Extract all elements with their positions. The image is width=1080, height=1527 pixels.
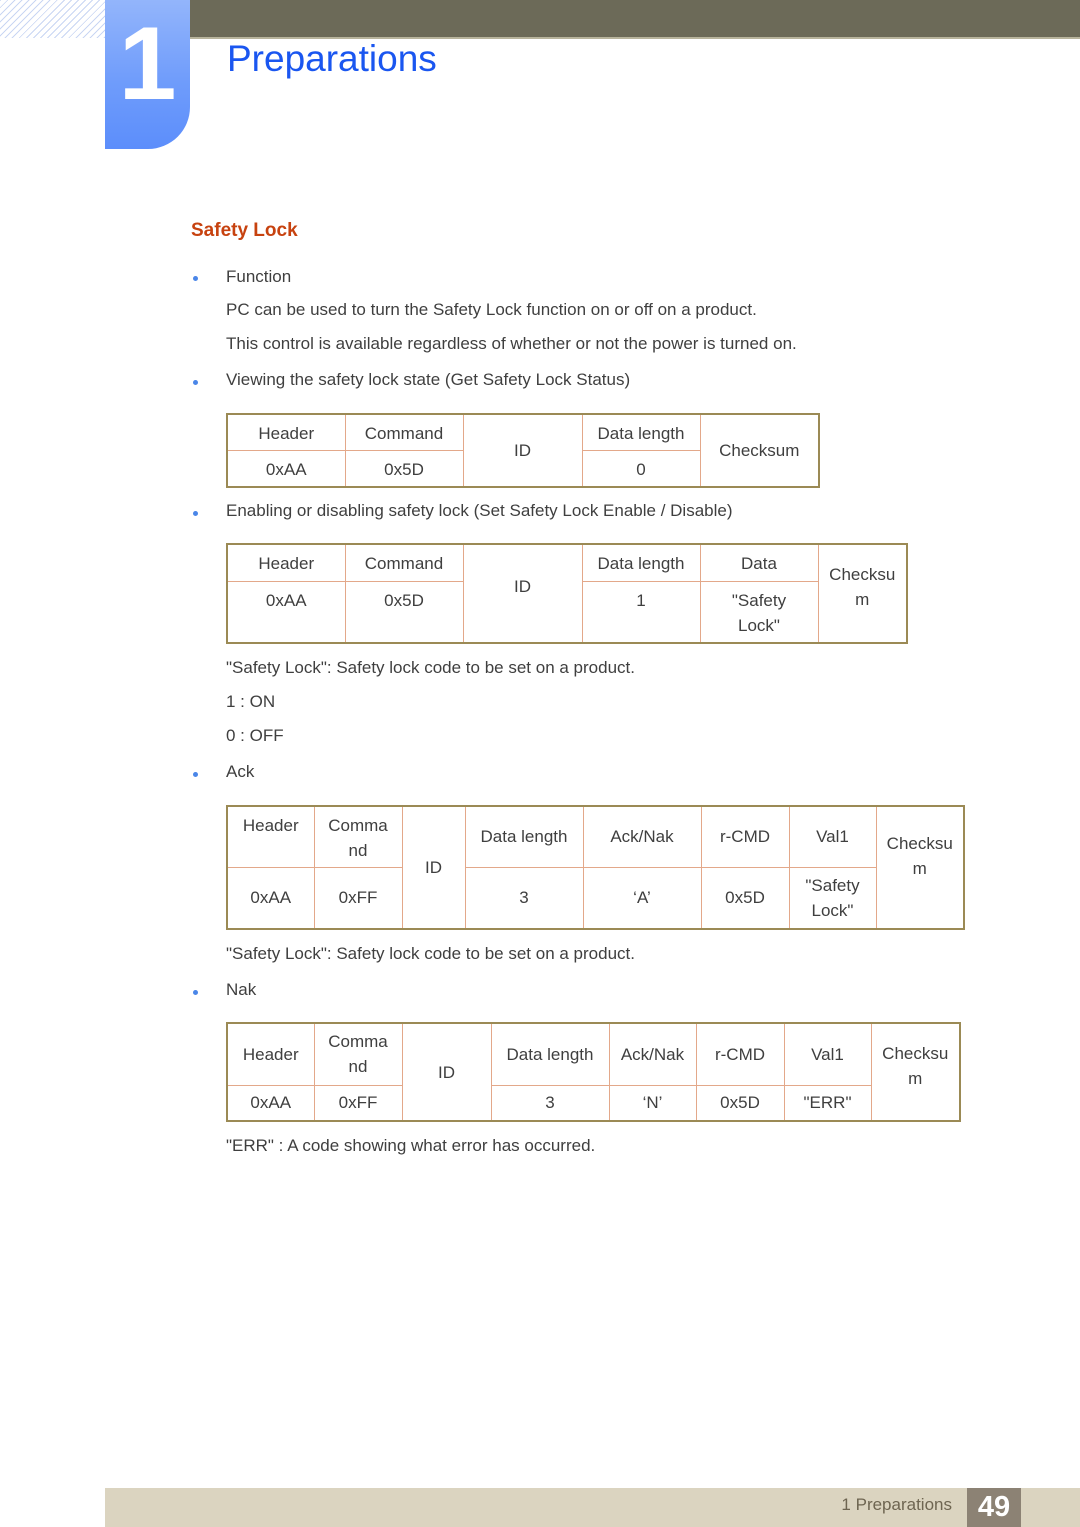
table-value-cell: 0x5D: [695, 1084, 785, 1122]
note-off: 0 : OFF: [226, 726, 284, 745]
table-header-cell: Header: [226, 1022, 315, 1086]
bullet-icon: [193, 990, 198, 995]
bullet-set-status: Enabling or disabling safety lock (Set S…: [226, 501, 733, 520]
table-header-cell: Comma nd: [313, 805, 403, 868]
table-value-cell: "ERR": [783, 1084, 872, 1122]
table-header-cell: Checksum: [699, 413, 820, 488]
bullet-icon: [193, 276, 198, 281]
table-header-cell: Data length: [464, 805, 584, 868]
note-err: "ERR" : A code showing what error has oc…: [226, 1136, 596, 1155]
table-header-cell: Data length: [490, 1022, 610, 1086]
table-header-cell: r-CMD: [700, 805, 790, 868]
table-value-cell: "Safety Lock": [788, 866, 877, 930]
table-header-cell: Checksu m: [870, 1022, 961, 1122]
table-header-cell: Val1: [783, 1022, 872, 1086]
get-status-table: Header Command ID Data length Checksum 0…: [226, 413, 820, 488]
table-header-cell: ID: [462, 413, 583, 488]
table-value-cell: 0xAA: [226, 1084, 315, 1122]
table-value-cell: 0x5D: [344, 449, 464, 488]
table-header-cell: ID: [401, 805, 466, 930]
header-top-bar: [190, 0, 1080, 39]
table-header-cell: Command: [344, 413, 464, 451]
function-description-2: This control is available regardless of …: [226, 334, 797, 353]
table-value-cell: 0xAA: [226, 449, 346, 488]
table-value-cell: 1: [581, 580, 701, 644]
set-status-table: Header Command ID Data length Data Check…: [226, 543, 908, 644]
function-description-1: PC can be used to turn the Safety Lock f…: [226, 300, 757, 319]
bullet-icon: [193, 511, 198, 516]
bullet-function: Function: [226, 267, 292, 286]
chapter-number: 1: [118, 6, 177, 122]
table-header-cell: Val1: [788, 805, 877, 868]
chapter-badge: 1: [105, 0, 190, 149]
table-header-cell: Data: [699, 543, 819, 582]
table-header-cell: Checksu m: [817, 543, 908, 644]
header-hatch-pattern: [0, 0, 105, 38]
bullet-get-status: Viewing the safety lock state (Get Safet…: [226, 370, 631, 389]
table-value-cell: 0xAA: [226, 866, 315, 930]
table-header-cell: r-CMD: [695, 1022, 785, 1086]
bullet-icon: [193, 772, 198, 777]
table-value-cell: 0xFF: [313, 1084, 403, 1122]
table-value-cell: 3: [490, 1084, 610, 1122]
table-value-cell: 0x5D: [700, 866, 790, 930]
note-safety-lock-code: "Safety Lock": Safety lock code to be se…: [226, 658, 635, 677]
chapter-title: Preparations: [227, 38, 437, 79]
table-header-cell: Data length: [581, 543, 701, 582]
ack-table: Header Comma nd ID Data length Ack/Nak r…: [226, 805, 965, 930]
table-header-cell: ID: [462, 543, 583, 644]
table-header-cell: Header: [226, 543, 346, 582]
bullet-icon: [193, 380, 198, 385]
footer-chapter-label: 1 Preparations: [841, 1495, 952, 1514]
section-title: Safety Lock: [191, 220, 298, 241]
table-value-cell: ‘N’: [608, 1084, 697, 1122]
note-ack-safety-lock-code: "Safety Lock": Safety lock code to be se…: [226, 944, 635, 963]
table-value-cell: "Safety Lock": [699, 580, 819, 644]
table-value-cell: ‘A’: [582, 866, 702, 930]
table-header-cell: Data length: [581, 413, 701, 451]
table-header-cell: ID: [401, 1022, 492, 1122]
table-value-cell: 0xAA: [226, 580, 346, 644]
table-value-cell: 0x5D: [344, 580, 464, 644]
table-header-cell: Checksu m: [875, 805, 965, 930]
table-value-cell: 0xFF: [313, 866, 403, 930]
table-value-cell: 0: [581, 449, 701, 488]
table-header-cell: Header: [226, 805, 315, 868]
table-header-cell: Ack/Nak: [608, 1022, 697, 1086]
table-header-cell: Ack/Nak: [582, 805, 702, 868]
table-value-cell: 3: [464, 866, 584, 930]
bullet-ack: Ack: [226, 762, 255, 781]
table-header-cell: Command: [344, 543, 464, 582]
note-on: 1 : ON: [226, 692, 276, 711]
nak-table: Header Comma nd ID Data length Ack/Nak r…: [226, 1022, 961, 1122]
table-header-cell: Header: [226, 413, 346, 451]
bullet-nak: Nak: [226, 980, 257, 999]
table-header-cell: Comma nd: [313, 1022, 403, 1086]
page-number: 49: [967, 1488, 1021, 1527]
